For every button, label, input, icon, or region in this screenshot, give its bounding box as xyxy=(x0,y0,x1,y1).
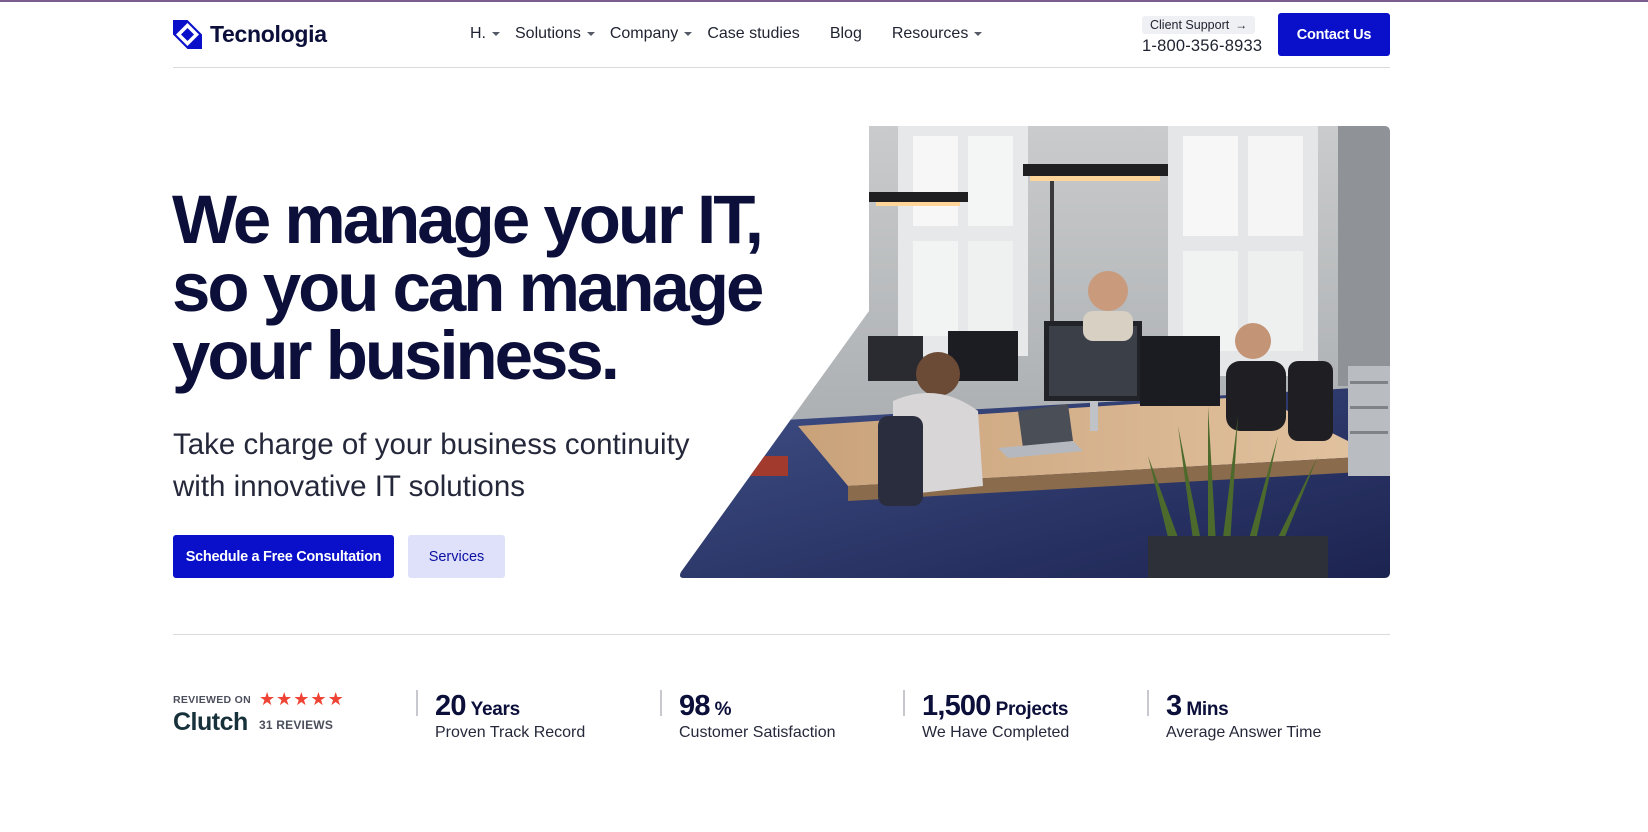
rating-stars: ★ ★ ★ ★ ★ xyxy=(259,690,344,708)
stat-number: 20 xyxy=(435,690,466,722)
site-header: Tecnologia H. Solutions Company Case stu… xyxy=(173,2,1390,68)
clutch-review-badge[interactable]: REVIEWED ON ★ ★ ★ ★ ★ Clutch 31 REVIEWS xyxy=(173,690,353,740)
clutch-review-count: 31 REVIEWS xyxy=(259,718,334,732)
hero-office-photo xyxy=(680,126,1390,578)
stat-divider xyxy=(903,690,905,716)
nav-item-label: Solutions xyxy=(515,25,581,42)
nav-item-case-studies[interactable]: Case studies xyxy=(707,25,800,43)
stat-label: Customer Satisfaction xyxy=(679,724,836,741)
nav-item-solutions[interactable]: Solutions xyxy=(515,25,595,43)
chevron-down-icon xyxy=(492,32,500,36)
contact-us-button[interactable]: Contact Us xyxy=(1278,13,1390,56)
stat-unit: Projects xyxy=(995,699,1069,720)
client-support-label: Client Support xyxy=(1150,18,1230,32)
arrow-right-icon: → xyxy=(1235,18,1248,32)
stat-satisfaction: 98 % Customer Satisfaction xyxy=(660,690,836,744)
chevron-down-icon xyxy=(684,32,693,36)
star-icon: ★ xyxy=(276,689,293,709)
logo-text: Tecnologia xyxy=(210,21,327,47)
stat-answer-time: 3 Mins Average Answer Time xyxy=(1147,690,1321,744)
stat-unit: Years xyxy=(470,699,521,720)
star-icon: ★ xyxy=(259,689,276,709)
chevron-down-icon xyxy=(586,32,595,36)
star-icon: ★ xyxy=(327,689,344,709)
services-button[interactable]: Services xyxy=(408,535,505,578)
client-support-link[interactable]: Client Support → xyxy=(1142,16,1256,34)
stat-number: 3 xyxy=(1166,690,1182,722)
star-icon: ★ xyxy=(293,689,310,709)
star-icon: ★ xyxy=(310,689,327,709)
nav-item-label: Blog xyxy=(829,25,862,42)
main-nav: H. Solutions Company Case studies Blog R… xyxy=(470,25,983,43)
nav-item-label: Company xyxy=(609,25,679,42)
nav-item-label: H. xyxy=(470,25,486,42)
section-divider xyxy=(173,634,1390,635)
stat-unit: % xyxy=(714,699,732,720)
clutch-logo: Clutch xyxy=(173,708,248,736)
nav-item-h[interactable]: H. xyxy=(470,25,500,43)
stat-divider xyxy=(1147,690,1149,716)
client-support: Client Support → 1-800-356-8933 xyxy=(1142,16,1262,56)
logo-diamond-icon xyxy=(173,20,202,49)
logo[interactable]: Tecnologia xyxy=(173,20,327,49)
nav-item-blog[interactable]: Blog xyxy=(830,25,862,43)
nav-item-label: Resources xyxy=(891,25,969,42)
chevron-down-icon xyxy=(974,32,983,36)
nav-item-company[interactable]: Company xyxy=(609,25,693,43)
nav-item-resources[interactable]: Resources xyxy=(891,25,983,43)
stat-label: Average Answer Time xyxy=(1166,724,1322,741)
stat-years: 20 Years Proven Track Record xyxy=(416,690,585,744)
stat-divider xyxy=(416,690,418,716)
schedule-consultation-button[interactable]: Schedule a Free Consultation xyxy=(173,535,394,578)
stat-unit: Mins xyxy=(1186,699,1229,720)
stat-number: 1,500 xyxy=(922,690,991,722)
stat-projects: 1,500 Projects We Have Completed xyxy=(903,690,1069,744)
stat-number: 98 xyxy=(679,690,710,722)
nav-item-label: Case studies xyxy=(707,25,800,42)
stat-label: We Have Completed xyxy=(922,724,1070,741)
stat-divider xyxy=(660,690,662,716)
clutch-reviewed-on: REVIEWED ON xyxy=(173,694,251,706)
support-phone-number[interactable]: 1-800-356-8933 xyxy=(1142,37,1262,56)
stat-label: Proven Track Record xyxy=(435,724,586,741)
